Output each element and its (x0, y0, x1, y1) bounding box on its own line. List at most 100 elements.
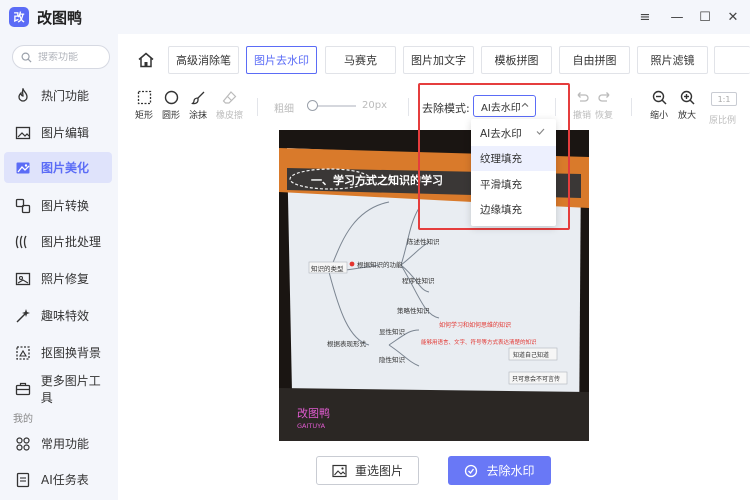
minimize-icon[interactable]: — (666, 6, 688, 28)
eraser-icon (222, 91, 237, 104)
sidebar-item-label: 图片编辑 (41, 126, 90, 140)
tab-mosaic[interactable]: 马赛克 (325, 46, 396, 74)
mode-dropdown-menu: AI去水印 纹理填充 平滑填充 边缘填充 (471, 119, 556, 226)
close-icon[interactable]: ✕ (722, 6, 744, 28)
app-title: 改图鸭 (37, 8, 83, 27)
sidebar-item-image-convert[interactable]: 图片转换 (4, 190, 112, 221)
tab-overflow[interactable] (714, 46, 750, 74)
ai-task-icon (14, 471, 32, 489)
zoom-out-label: 缩小 (650, 111, 669, 121)
note-text: 知道自己知道 (513, 351, 549, 359)
rect-tool-label: 矩形 (135, 111, 154, 121)
sidebar-item-fun-effects[interactable]: 趣味特效 (4, 300, 112, 331)
thickness-value: 20px (362, 100, 387, 111)
sidebar-item-label: 更多图片工具 (40, 373, 101, 405)
zoom-in-label: 放大 (678, 111, 697, 121)
photo-repair-icon (14, 270, 32, 288)
thickness-slider-handle[interactable] (307, 100, 318, 111)
tab-add-text[interactable]: 图片加文字 (403, 46, 474, 74)
node-text: 程序性知识 (402, 276, 435, 285)
remove-watermark-icon (464, 464, 478, 478)
node-text: 知识的类型 (311, 264, 344, 273)
sidebar-item-hot[interactable]: 热门功能 (4, 80, 112, 111)
tab-watermark-remove[interactable]: 图片去水印 (246, 46, 317, 74)
magic-icon (14, 307, 32, 325)
toolbox-icon (14, 380, 32, 398)
sidebar-item-cutout[interactable]: 抠图换背景 (4, 337, 112, 368)
star-marker (349, 261, 355, 267)
app-logo-icon: 改 (9, 7, 29, 27)
cutout-icon (14, 344, 32, 362)
search-box[interactable] (12, 45, 110, 69)
redo-icon (597, 92, 609, 102)
tab-template-collage[interactable]: 模板拼图 (481, 46, 552, 74)
reselect-label: 重选图片 (354, 464, 403, 478)
node-text: 策略性知识 (397, 306, 430, 315)
eraser-tool[interactable]: 橡皮擦 (216, 90, 243, 121)
zoom-in-icon (680, 90, 695, 105)
menu-icon[interactable]: ≡ (634, 6, 656, 28)
sidebar-item-label: 常用功能 (41, 437, 90, 451)
remove-watermark-button[interactable]: 去除水印 (448, 456, 551, 485)
mode-option-texture[interactable]: 纹理填充 (471, 146, 556, 171)
image-icon (332, 464, 347, 478)
undo-button[interactable]: 撤销 (573, 90, 591, 121)
node-text: 陈述性知识 (407, 237, 440, 246)
sidebar: 热门功能 图片编辑 图片美化 图片转换 图片批处理 照片修复 趣 (0, 34, 118, 500)
tab-advanced-eraser[interactable]: 高级消除笔 (168, 46, 239, 74)
maximize-icon[interactable]: ☐ (694, 6, 716, 28)
sidebar-item-label: 图片美化 (41, 161, 90, 175)
check-icon (536, 128, 545, 135)
sidebar-item-label: AI任务表 (41, 473, 89, 487)
image-beautify-icon (14, 159, 32, 177)
my-section-label: 我的 (13, 414, 33, 425)
sidebar-item-image-beautify[interactable]: 图片美化 (4, 152, 112, 183)
photo-watermark-title: 改图鸭 (297, 406, 330, 420)
zoom-in-button[interactable]: 放大 (678, 90, 696, 121)
sidebar-item-label: 趣味特效 (41, 309, 90, 323)
mode-option-label: 边缘填充 (480, 204, 522, 216)
sidebar-item-more-tools[interactable]: 更多图片工具 (4, 373, 112, 405)
eraser-tool-label: 橡皮擦 (216, 111, 244, 121)
node-text: 根据表现形式 (327, 339, 367, 348)
redo-label: 恢复 (595, 111, 614, 121)
original-ratio-label: 原比例 (709, 116, 737, 126)
rect-select-icon (137, 90, 151, 105)
sidebar-item-label: 热门功能 (41, 89, 90, 103)
sidebar-item-ai-tasks[interactable]: AI任务表 (4, 464, 112, 495)
node-text: 根据知识的功能 (357, 260, 403, 269)
mode-option-smooth[interactable]: 平滑填充 (471, 172, 556, 197)
sidebar-item-common[interactable]: 常用功能 (4, 428, 112, 459)
brush-icon (190, 91, 204, 105)
brush-tool[interactable]: 涂抹 (189, 90, 207, 121)
sidebar-item-batch[interactable]: 图片批处理 (4, 226, 112, 257)
photo-watermark-sub: GAITUYA (297, 422, 326, 430)
mode-option-label: 平滑填充 (480, 179, 522, 191)
brush-tool-label: 涂抹 (189, 111, 208, 121)
undo-label: 撤销 (573, 111, 592, 121)
home-icon[interactable] (134, 48, 158, 72)
reselect-image-button[interactable]: 重选图片 (316, 456, 419, 485)
mode-option-edge[interactable]: 边缘填充 (471, 197, 556, 222)
circle-tool-label: 圆形 (162, 111, 181, 121)
batch-icon (14, 233, 32, 251)
divider (408, 98, 409, 116)
tool-tabs: 高级消除笔 图片去水印 马赛克 图片加文字 模板拼图 自由拼图 照片滤镜 (118, 34, 750, 86)
tab-photo-filter[interactable]: 照片滤镜 (637, 46, 708, 74)
sidebar-item-label: 图片转换 (41, 199, 90, 213)
mode-option-ai[interactable]: AI去水印 (471, 121, 556, 146)
sidebar-item-label: 图片批处理 (41, 235, 102, 249)
remove-label: 去除水印 (486, 464, 535, 478)
mode-option-label: 纹理填充 (480, 153, 522, 165)
circle-tool[interactable]: 圆形 (162, 90, 180, 121)
original-ratio-button[interactable]: 1:1 (711, 92, 737, 106)
zoom-out-button[interactable]: 缩小 (650, 90, 668, 121)
search-input[interactable] (38, 51, 102, 63)
sidebar-item-image-edit[interactable]: 图片编辑 (4, 117, 112, 148)
rect-tool[interactable]: 矩形 (135, 90, 153, 121)
tab-free-collage[interactable]: 自由拼图 (559, 46, 630, 74)
redo-button[interactable]: 恢复 (595, 90, 613, 121)
bottom-bar (118, 442, 750, 500)
sidebar-item-photo-repair[interactable]: 照片修复 (4, 263, 112, 294)
fire-icon (14, 87, 32, 105)
